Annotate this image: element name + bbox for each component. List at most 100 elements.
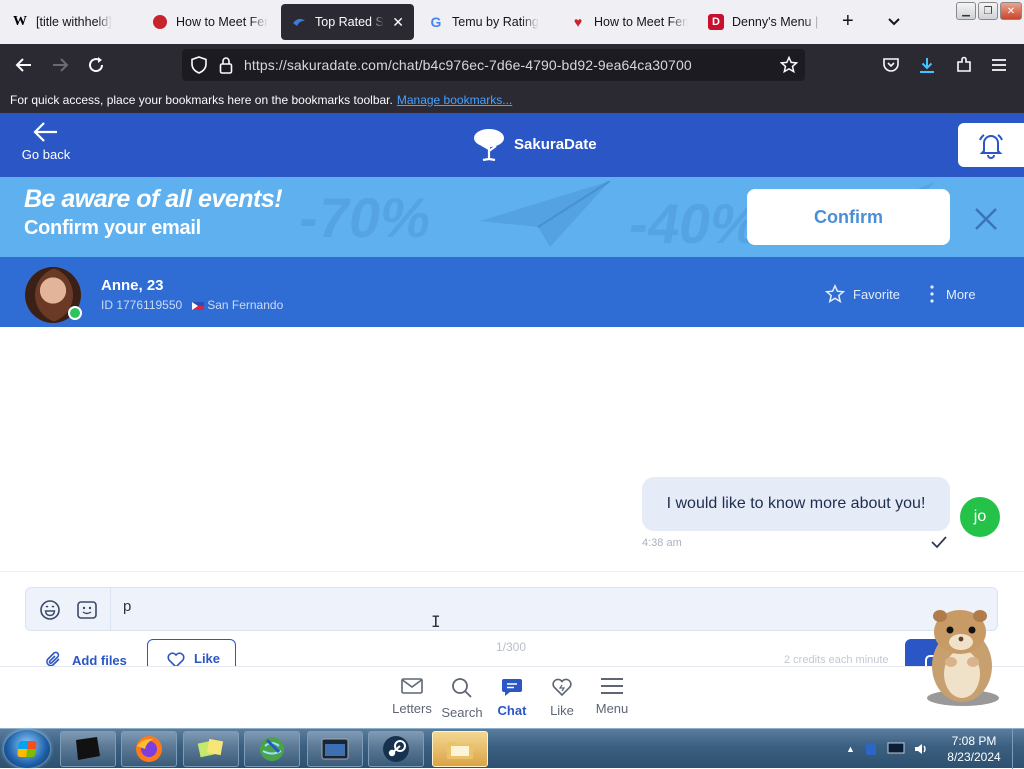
- forward-arrow-icon[interactable]: [49, 54, 71, 76]
- search-icon: [452, 678, 472, 698]
- url-host: https://sakuradate.com: [244, 57, 388, 73]
- nav-letters[interactable]: Letters: [387, 677, 437, 716]
- nav-like[interactable]: Like: [537, 677, 587, 718]
- profile-location: San Fernando: [192, 298, 283, 312]
- site-favicon-icon: [152, 14, 168, 30]
- bookmarks-toolbar: For quick access, place your bookmarks h…: [0, 86, 1024, 113]
- minimize-icon[interactable]: ▁: [956, 2, 976, 20]
- hamburger-menu-icon[interactable]: [988, 54, 1010, 76]
- bell-icon: [979, 134, 1003, 159]
- taskbar-app-window[interactable]: [307, 731, 363, 767]
- taskbar-app-explorer[interactable]: [432, 731, 488, 767]
- windows-taskbar: ▲ 7:08 PM 8/23/2024: [0, 728, 1024, 769]
- tab-label: [title withheld]: [36, 15, 112, 29]
- network-monitor-icon[interactable]: [887, 742, 905, 756]
- download-icon[interactable]: [916, 54, 938, 76]
- nav-menu[interactable]: Menu: [587, 677, 637, 716]
- google-icon: G: [430, 14, 442, 30]
- wikipedia-icon: W: [13, 14, 27, 29]
- message-input[interactable]: p I: [25, 587, 998, 631]
- lock-icon[interactable]: [215, 54, 237, 76]
- extensions-icon[interactable]: [953, 54, 975, 76]
- bottom-navigation: Letters Search Chat Like Menu: [0, 666, 1024, 728]
- system-tray: ▲: [846, 729, 929, 769]
- tray-expand-icon[interactable]: ▲: [846, 744, 855, 754]
- notifications-button[interactable]: [958, 123, 1024, 167]
- volume-icon[interactable]: [913, 741, 929, 757]
- tab-close-icon[interactable]: ✕: [392, 14, 404, 31]
- clock-time: 7:08 PM: [951, 734, 997, 748]
- emoji-icon[interactable]: [39, 599, 61, 621]
- banner-subline: Confirm your email: [24, 217, 201, 239]
- show-desktop-button[interactable]: [1012, 729, 1024, 769]
- new-tab-icon[interactable]: +: [842, 10, 854, 33]
- bookmark-star-icon[interactable]: [778, 54, 800, 76]
- security-icon[interactable]: [863, 741, 879, 757]
- taskbar-app-terminal[interactable]: [60, 731, 116, 767]
- taskbar-app-notes[interactable]: [183, 731, 239, 767]
- brand-name: SakuraDate: [514, 135, 597, 153]
- sakura-tree-icon: [474, 129, 504, 161]
- profile-name[interactable]: Anne, 23: [101, 277, 164, 294]
- restore-icon[interactable]: ❐: [978, 2, 998, 20]
- reload-icon[interactable]: [85, 54, 107, 76]
- nav-label: Menu: [595, 701, 629, 716]
- message-bubble: I would like to know more about you!: [642, 477, 950, 531]
- banner-decoration: -40%: [624, 192, 767, 255]
- char-counter: 1/300: [496, 640, 527, 654]
- flag-icon: [192, 301, 205, 310]
- banner-decoration: -70%: [294, 186, 437, 249]
- more-button[interactable]: More: [926, 284, 976, 304]
- window-controls: ▁ ❐ ✕: [956, 2, 1022, 20]
- taskbar-app-steam[interactable]: [368, 731, 424, 767]
- firefox-icon: [136, 736, 162, 762]
- go-back-button[interactable]: Go back: [20, 121, 72, 162]
- close-window-icon[interactable]: ✕: [1000, 2, 1022, 20]
- manage-bookmarks-link[interactable]: Manage bookmarks...: [397, 93, 512, 107]
- nav-chat[interactable]: Chat: [487, 677, 537, 718]
- tab-dennys[interactable]: D Denny's Menu | B: [698, 4, 832, 40]
- message-composer: p I Add files Like 1/300 2 credits each …: [0, 571, 1024, 679]
- close-icon[interactable]: [972, 205, 1000, 233]
- profile-id: ID 1776119550: [101, 298, 183, 312]
- tab-how-to-meet-1[interactable]: How to Meet Fem: [142, 4, 278, 40]
- online-status-icon: [68, 306, 82, 320]
- sticker-icon[interactable]: [76, 599, 98, 621]
- tab-how-to-meet-2[interactable]: ♥ How to Meet Fem: [560, 4, 698, 40]
- favorite-button[interactable]: Favorite: [825, 284, 900, 304]
- address-bar[interactable]: https://sakuradate.com/chat/b4c976ec-7d6…: [182, 49, 805, 81]
- text-cursor-icon: I: [431, 612, 441, 631]
- more-vertical-icon: [930, 285, 934, 303]
- chat-messages[interactable]: I would like to know more about you! 4:3…: [0, 327, 1024, 571]
- nav-search[interactable]: Search: [437, 677, 487, 720]
- like-label: Like: [194, 651, 221, 666]
- chevron-down-icon[interactable]: [884, 12, 904, 32]
- location-text: San Fernando: [207, 298, 284, 312]
- tab-temu[interactable]: G Temu by Rating: [418, 4, 558, 40]
- tab-label: Top Rated Sing: [315, 15, 384, 29]
- nav-label: Search: [441, 705, 483, 720]
- taskbar-app-downloader[interactable]: [244, 731, 300, 767]
- clock-date: 8/23/2024: [947, 750, 1001, 764]
- credits-info: 2 credits each minute: [784, 654, 889, 666]
- sakura-favicon-icon: [291, 14, 307, 30]
- menu-icon: [601, 678, 623, 694]
- taskbar-clock[interactable]: 7:08 PM 8/23/2024: [944, 733, 1004, 765]
- go-back-label: Go back: [21, 147, 71, 162]
- input-divider: [110, 588, 111, 630]
- pocket-icon[interactable]: [880, 54, 902, 76]
- start-button[interactable]: [4, 730, 50, 768]
- dennys-icon: D: [708, 14, 724, 30]
- nav-label: Like: [550, 703, 574, 718]
- confirm-email-button[interactable]: Confirm: [747, 189, 950, 245]
- monitor-icon: [76, 737, 100, 760]
- tab-wikipedia[interactable]: W [title withheld]: [2, 4, 142, 40]
- back-arrow-icon[interactable]: [13, 54, 35, 76]
- brand-logo[interactable]: SakuraDate: [472, 127, 597, 161]
- heart-icon: [552, 678, 572, 697]
- paper-plane-icon: [480, 181, 611, 247]
- shield-icon[interactable]: [188, 54, 210, 76]
- tab-top-rated-singles[interactable]: Top Rated Sing ✕: [281, 4, 414, 40]
- tab-label: How to Meet Fem: [176, 15, 268, 29]
- taskbar-app-firefox[interactable]: [121, 731, 177, 767]
